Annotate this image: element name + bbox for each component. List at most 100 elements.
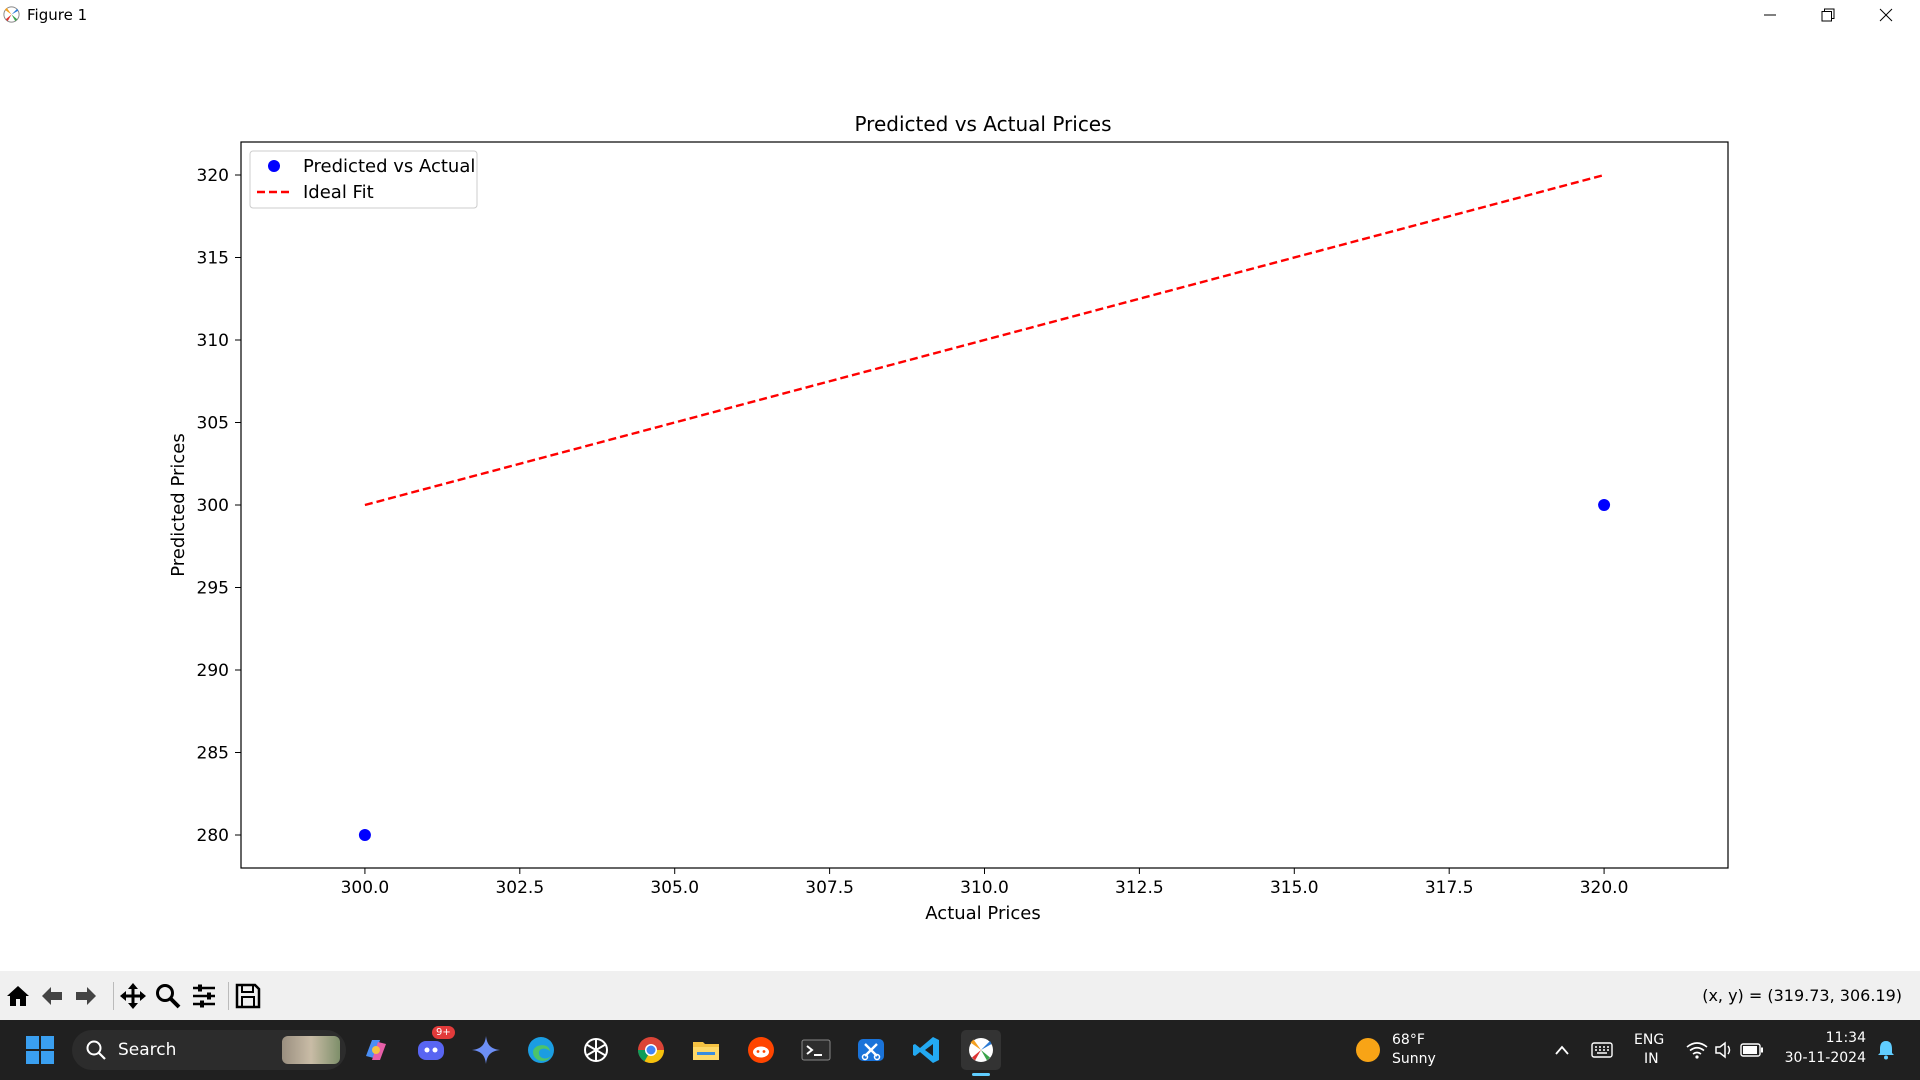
y-tick-label: 310 [197, 331, 229, 351]
back-icon [42, 987, 62, 1005]
taskbar-terminal[interactable] [796, 1030, 836, 1070]
taskbar-file-explorer[interactable] [686, 1030, 726, 1070]
y-tick-label: 290 [197, 661, 229, 681]
windows-logo-icon [26, 1036, 54, 1064]
taskbar-reddit[interactable] [741, 1030, 781, 1070]
pan-icon [120, 983, 146, 1009]
region-code: IN [1644, 1051, 1659, 1067]
volume-icon [1715, 1041, 1731, 1059]
matplotlib-icon [969, 1038, 993, 1062]
chart-title: Predicted vs Actual Prices [854, 112, 1111, 136]
battery-icon [1740, 1043, 1763, 1057]
y-tick-label: 315 [197, 249, 229, 269]
figure-canvas[interactable]: Predicted vs Actual Prices 300.0 302.5 305… [0, 29, 1920, 971]
x-tick-label: 320.0 [1580, 878, 1629, 898]
pan-button[interactable] [117, 980, 149, 1012]
taskbar-edge[interactable] [521, 1030, 561, 1070]
folder-icon [693, 1042, 719, 1060]
weather-widget[interactable]: 68°F Sunny [1352, 1030, 1462, 1070]
notification-badge: 9+ [432, 1026, 455, 1039]
snipping-tool-icon [858, 1039, 884, 1061]
chart[interactable]: Predicted vs Actual Prices 300.0 302.5 305… [0, 29, 1920, 971]
x-tick-label: 307.5 [805, 878, 854, 898]
toolbar-separator [113, 982, 114, 1010]
taskbar-figure-active[interactable] [961, 1030, 1001, 1070]
language-indicator[interactable]: ENG IN [1630, 1032, 1676, 1070]
taskbar-search[interactable]: Search [72, 1030, 346, 1070]
minimize-button[interactable] [1741, 0, 1799, 29]
sun-icon [1356, 1038, 1380, 1062]
forward-button[interactable] [70, 980, 102, 1012]
y-tick-label: 305 [197, 414, 229, 434]
save-icon [235, 983, 261, 1009]
chevron-up-icon [1555, 1045, 1569, 1055]
window-title: Figure 1 [27, 6, 88, 24]
edge-browser-icon [528, 1037, 554, 1063]
x-tick-label: 305.0 [650, 878, 699, 898]
restore-icon [1821, 8, 1835, 21]
notifications-button[interactable] [1868, 1030, 1904, 1070]
vscode-icon [913, 1037, 939, 1063]
save-button[interactable] [232, 980, 264, 1012]
cursor-coordinates: (x, y) = (319.73, 306.19) [1702, 986, 1902, 1005]
terminal-icon [801, 1039, 831, 1061]
chatgpt-icon [584, 1038, 608, 1062]
keyboard-icon [1591, 1042, 1613, 1058]
x-tick-label: 302.5 [495, 878, 544, 898]
taskbar: Search 9+ 68°F Sunny ENG IN 11:34 30-11-… [0, 1020, 1920, 1080]
clock[interactable]: 11:34 30-11-2024 [1776, 1030, 1872, 1070]
zoom-button[interactable] [152, 980, 184, 1012]
bell-icon [1878, 1041, 1894, 1060]
language-code: ENG [1634, 1032, 1665, 1048]
taskbar-discord[interactable]: 9+ [411, 1026, 455, 1070]
taskbar-chrome[interactable] [631, 1030, 671, 1070]
gemini-sparkle-icon [472, 1036, 500, 1064]
forward-icon [76, 987, 96, 1005]
taskbar-gemini[interactable] [466, 1030, 506, 1070]
zoom-icon [156, 984, 181, 1009]
close-button[interactable] [1857, 0, 1915, 29]
search-highlight-image [282, 1036, 340, 1064]
taskbar-vscode[interactable] [906, 1030, 946, 1070]
close-icon [1879, 8, 1893, 21]
clock-date: 30-11-2024 [1784, 1050, 1866, 1066]
search-icon [86, 1040, 106, 1060]
y-axis-label: Predicted Prices [168, 433, 189, 577]
data-point [1598, 499, 1611, 511]
touch-keyboard-button[interactable] [1582, 1030, 1622, 1070]
legend-label-line: Ideal Fit [303, 182, 374, 203]
title-bar: Figure 1 [0, 0, 1920, 29]
x-tick-label: 315.0 [1270, 878, 1319, 898]
x-tick-label: 312.5 [1115, 878, 1164, 898]
weather-temp: 68°F [1392, 1032, 1425, 1048]
reddit-icon [748, 1037, 774, 1063]
chrome-icon [637, 1037, 665, 1064]
weather-condition: Sunny [1392, 1051, 1436, 1067]
toolbar-separator [228, 982, 229, 1010]
legend-label-scatter: Predicted vs Actual [303, 156, 475, 177]
clock-time: 11:34 [1825, 1030, 1866, 1046]
start-button[interactable] [20, 1030, 60, 1070]
home-button[interactable] [2, 980, 34, 1012]
x-tick-label: 317.5 [1425, 878, 1474, 898]
show-hidden-icons-button[interactable] [1542, 1030, 1582, 1070]
taskbar-snipping-tool[interactable] [851, 1030, 891, 1070]
taskbar-chatgpt[interactable] [576, 1030, 616, 1070]
taskbar-copilot[interactable] [356, 1030, 396, 1070]
back-button[interactable] [36, 980, 68, 1012]
matplotlib-app-icon [3, 6, 20, 23]
ideal-fit-line [364, 173, 1605, 507]
quick-settings-button[interactable] [1684, 1030, 1766, 1070]
restore-button[interactable] [1799, 0, 1857, 29]
legend-marker-scatter [268, 160, 280, 172]
configure-subplots-button[interactable] [188, 980, 220, 1012]
axes-frame [240, 141, 1729, 869]
y-tick-label: 285 [197, 744, 229, 764]
minimize-icon [1764, 14, 1776, 15]
x-tick-label: 310.0 [960, 878, 1009, 898]
taskbar-running-indicator [972, 1073, 990, 1076]
home-icon [7, 986, 29, 1006]
y-tick-label: 295 [197, 579, 229, 599]
legend: Predicted vs Actual Ideal Fit [249, 150, 478, 209]
y-tick-label: 320 [197, 166, 229, 186]
